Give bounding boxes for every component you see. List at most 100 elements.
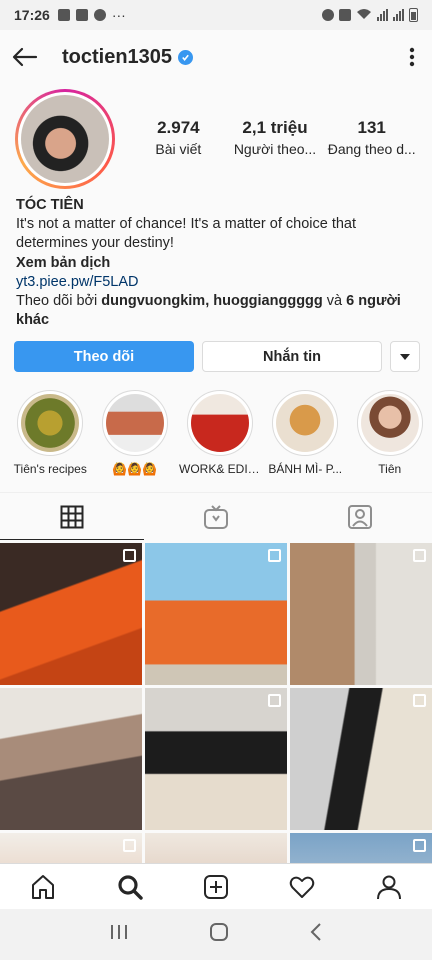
highlight-item[interactable]: 🙆🙆🙆: [93, 390, 178, 480]
bio-website-link[interactable]: yt3.piee.pw/F5LAD: [16, 273, 418, 292]
post-thumbnail[interactable]: [290, 543, 432, 685]
tab-tagged[interactable]: [288, 493, 432, 540]
stat-label: Bài viết: [155, 141, 202, 157]
mute-icon: [339, 9, 351, 21]
multiple-photos-icon: [413, 839, 426, 852]
profile-stats: 2.974 Bài viết 2,1 triệu Người theo... 1…: [130, 118, 420, 157]
highlight-label: Tiên's recipes: [13, 462, 87, 476]
back-button[interactable]: [0, 30, 50, 84]
profile-icon: [376, 875, 401, 899]
nav-new-post[interactable]: [173, 864, 259, 909]
signal-icon-2: [393, 9, 404, 21]
highlight-label: WORK& EDIT...: [179, 462, 263, 476]
highlight-item[interactable]: WORK& EDIT...: [177, 390, 263, 480]
status-time: 17:26: [14, 7, 50, 23]
highlight-label: BÁNH MÌ- P...: [268, 462, 343, 476]
post-thumbnail[interactable]: [0, 543, 142, 685]
profile-avatar[interactable]: [15, 89, 115, 189]
signal-icon: [377, 9, 388, 21]
stat-label: Đang theo d...: [327, 141, 416, 157]
post-thumbnail[interactable]: [0, 833, 142, 863]
bottom-navigation: [0, 863, 432, 909]
bio-text: It's not a matter of chance! It's a matt…: [16, 216, 357, 251]
post-thumbnail[interactable]: [290, 833, 432, 863]
battery-icon: [409, 8, 418, 22]
highlight-cover: [21, 394, 80, 452]
profile-full-name: TÓC TIÊN: [16, 197, 84, 213]
tagged-user-icon: [348, 504, 372, 529]
posts-grid: [0, 543, 432, 863]
igtv-icon: [204, 504, 228, 529]
system-home-icon: [209, 923, 228, 941]
avatar-image: [21, 95, 109, 183]
post-thumbnail[interactable]: [145, 688, 287, 830]
grid-icon: [60, 505, 84, 528]
profile-tabs: [0, 492, 432, 540]
highlight-label: Tiên: [378, 462, 402, 476]
stat-following[interactable]: 131 Đang theo d...: [323, 118, 420, 157]
highlight-cover: [105, 394, 164, 452]
multiple-photos-icon: [123, 839, 136, 852]
recent-apps-button[interactable]: [110, 924, 128, 945]
recent-apps-icon: [111, 925, 128, 939]
stat-followers[interactable]: 2,1 triệu Người theo...: [227, 118, 324, 157]
multiple-photos-icon: [123, 549, 136, 562]
story-highlights: Tiên's recipes 🙆🙆🙆 WORK& EDIT... BÁNH MÌ…: [0, 390, 432, 480]
tab-grid[interactable]: [0, 493, 144, 540]
multiple-photos-icon: [268, 549, 281, 562]
status-bar: 17:26 ···: [0, 0, 432, 30]
gallery-icon: [57, 9, 70, 21]
highlight-item[interactable]: BÁNH MÌ- P...: [263, 390, 348, 480]
back-arrow-icon: [12, 47, 38, 67]
stat-number: 2,1 triệu: [242, 118, 308, 137]
highlight-cover: [360, 394, 419, 452]
post-thumbnail[interactable]: [290, 688, 432, 830]
tab-igtv[interactable]: [144, 493, 288, 540]
see-translation-link[interactable]: Xem bản dịch: [16, 254, 418, 273]
profile-bio: TÓC TIÊN It's not a matter of chance! It…: [16, 196, 418, 330]
facebook-icon: [75, 9, 88, 21]
heart-icon: [290, 876, 315, 898]
alarm-icon: [322, 9, 334, 21]
multiple-photos-icon: [268, 694, 281, 707]
post-thumbnail[interactable]: [145, 543, 287, 685]
search-icon: [118, 874, 143, 900]
verified-badge-icon: [178, 49, 194, 65]
chrome-icon: [93, 9, 106, 21]
message-button[interactable]: Nhắn tin: [202, 341, 382, 372]
more-notifications: ···: [111, 7, 126, 23]
suggested-dropdown-button[interactable]: [390, 341, 420, 372]
nav-profile[interactable]: [346, 864, 432, 909]
followed-by[interactable]: Theo dõi bởi dungvuongkim, huoggianggggg…: [16, 292, 418, 330]
multiple-photos-icon: [413, 694, 426, 707]
more-options-button[interactable]: [392, 30, 432, 84]
system-navigation-bar: [0, 909, 432, 960]
profile-username: toctien1305: [62, 45, 173, 68]
highlight-item[interactable]: Tiên: [348, 390, 432, 480]
caret-down-icon: [400, 353, 410, 360]
highlight-cover: [191, 394, 249, 452]
wifi-icon: [356, 7, 372, 23]
highlight-item[interactable]: Tiên's recipes: [8, 390, 93, 480]
post-thumbnail[interactable]: [0, 688, 142, 830]
home-system-button[interactable]: [209, 922, 229, 947]
system-back-icon: [310, 923, 321, 941]
highlight-cover: [276, 394, 335, 452]
stat-label: Người theo...: [233, 141, 317, 157]
profile-header: toctien1305: [0, 30, 432, 84]
stat-posts: 2.974 Bài viết: [130, 118, 227, 157]
kebab-menu-icon: [409, 47, 415, 67]
post-thumbnail[interactable]: [145, 833, 287, 863]
multiple-photos-icon: [413, 549, 426, 562]
highlight-label: 🙆🙆🙆: [112, 462, 158, 476]
stat-number: 131: [357, 118, 386, 137]
nav-home[interactable]: [0, 864, 86, 909]
follow-button[interactable]: Theo dõi: [14, 341, 194, 372]
add-post-icon: [204, 874, 229, 899]
nav-search[interactable]: [86, 864, 172, 909]
profile-actions: Theo dõi Nhắn tin: [14, 341, 420, 372]
stat-number: 2.974: [157, 118, 200, 137]
back-system-button[interactable]: [310, 923, 322, 946]
nav-activity[interactable]: [259, 864, 345, 909]
home-icon: [32, 874, 55, 899]
